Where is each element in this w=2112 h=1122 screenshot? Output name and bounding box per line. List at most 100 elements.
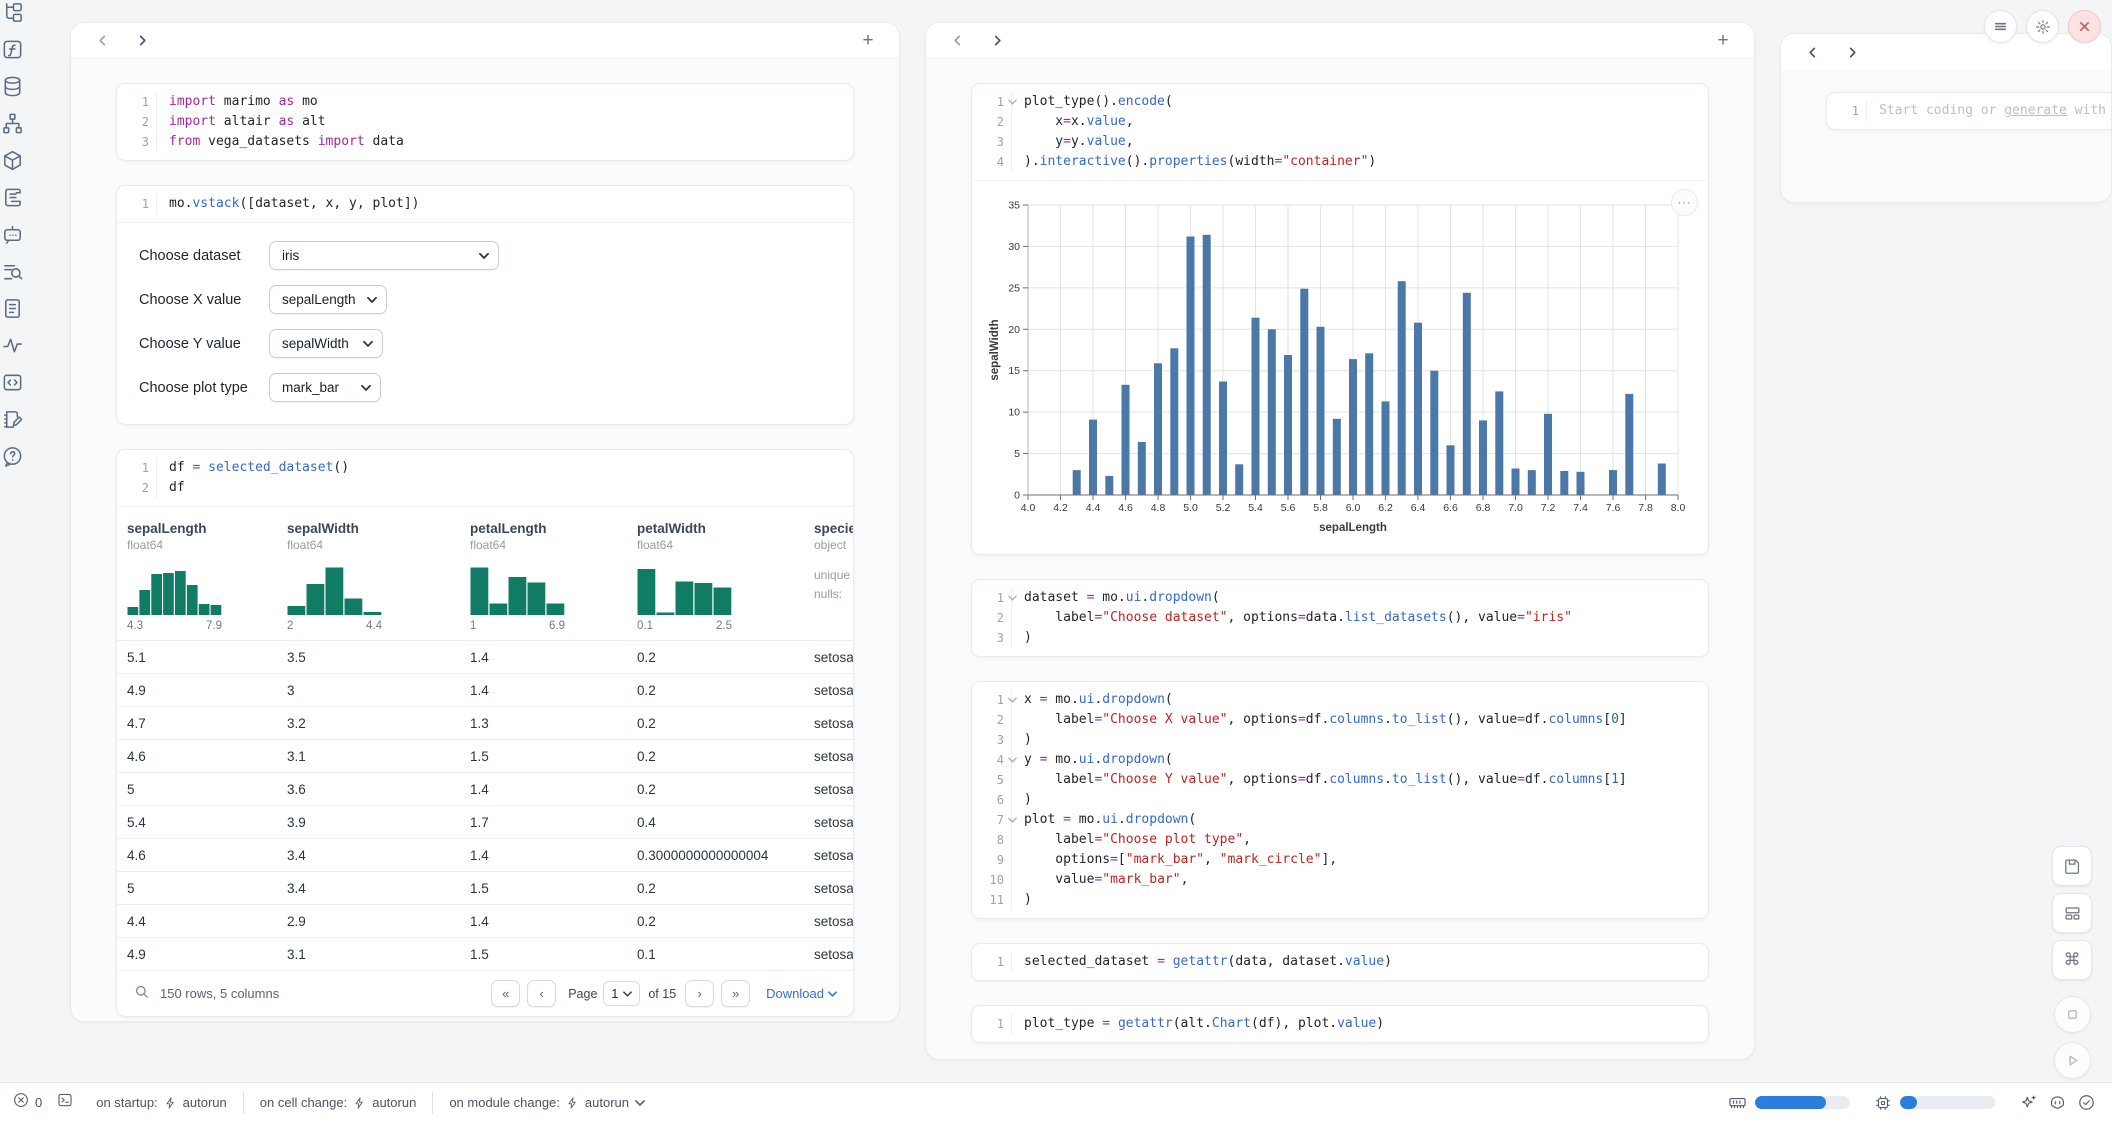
sidebar-panel-help[interactable] (0, 444, 24, 468)
save-button[interactable] (2052, 846, 2092, 886)
line-number: 3 (117, 132, 157, 152)
sidebar-panel-package[interactable] (0, 148, 24, 172)
lightning-icon (164, 1096, 177, 1110)
select-value: mark_bar (282, 380, 339, 395)
select-value: sepalWidth (282, 336, 349, 351)
code-editor-empty[interactable]: 1 Start coding or generate with (1827, 93, 2112, 129)
sidebar-panel-database[interactable] (0, 74, 24, 98)
dropdown-label: Choose dataset (139, 248, 269, 264)
notebook-action-stack: ⌘ (2052, 846, 2092, 1079)
run-button[interactable] (2054, 1042, 2091, 1079)
scroll-icon (1, 186, 24, 209)
shutdown-button[interactable] (2068, 10, 2101, 43)
column-name: sepalWidth (287, 521, 450, 536)
column-back-button[interactable] (944, 28, 970, 54)
bar-chart[interactable]: 051015202530354.04.24.44.64.85.05.25.45.… (986, 195, 1708, 548)
choose-y-value-select[interactable]: sepalWidth (269, 329, 383, 358)
settings-button[interactable] (2026, 10, 2059, 43)
copilot-button[interactable] (2048, 1093, 2067, 1112)
svg-text:15: 15 (1008, 365, 1020, 377)
panel-forward-button[interactable] (1839, 39, 1865, 65)
code-editor-dataset[interactable]: 1dataset = mo.ui.dropdown(2 label="Choos… (972, 580, 1708, 656)
sidebar-panel-dependency-graph[interactable] (0, 111, 24, 135)
line-number: 1 (117, 194, 157, 214)
errors-indicator[interactable] (12, 1091, 30, 1114)
column-back-button[interactable] (89, 28, 115, 54)
table-column-header[interactable]: petalLengthfloat6416.9 (460, 521, 627, 632)
layout-button[interactable] (2052, 893, 2092, 933)
svg-text:7.2: 7.2 (1541, 502, 1556, 514)
chevron-down-icon (635, 1100, 645, 1106)
keyboard-shortcuts-button[interactable]: ⌘ (2052, 940, 2092, 980)
choose-plot-type-select[interactable]: mark_bar (269, 373, 381, 402)
table-column-header[interactable]: sepalWidthfloat6424.4 (277, 521, 460, 632)
chevron-down-icon (363, 341, 373, 347)
table-row: 4.42.91.40.2setosa (117, 904, 853, 937)
code-editor-xyplot[interactable]: 1x = mo.ui.dropdown(2 label="Choose X va… (972, 682, 1708, 918)
table-cell: 5 (117, 782, 277, 797)
choose-x-value-select[interactable]: sepalLength (269, 285, 387, 314)
ai-assistant-button[interactable] (2019, 1093, 2038, 1112)
sidebar-panel-functions[interactable] (0, 37, 24, 61)
last-page-button[interactable]: » (721, 980, 750, 1007)
line-number: 5 (972, 770, 1012, 790)
svg-text:6.0: 6.0 (1346, 502, 1361, 514)
table-cell: 3.1 (277, 749, 460, 764)
first-page-button[interactable]: « (491, 980, 520, 1007)
dependency-graph-icon (1, 112, 24, 135)
code-line-text: y = mo.ui.dropdown( (1024, 750, 1173, 770)
connection-status-button[interactable] (2077, 1093, 2096, 1112)
search-icon[interactable] (133, 983, 150, 1005)
table-column-header[interactable]: speciesobjectuniquenulls: (804, 521, 853, 632)
fold-chevron-icon (1008, 99, 1017, 105)
sidebar-panel-chat-bot[interactable] (0, 222, 24, 246)
page-label: Page (568, 987, 597, 1001)
code-editor-plot[interactable]: 1plot_type().encode(2 x=x.value,3 y=y.va… (972, 84, 1708, 180)
runtime-config-on-startup[interactable]: on startup:autorun (80, 1095, 243, 1110)
plus-icon[interactable]: + (862, 30, 873, 52)
terminal-button[interactable] (56, 1091, 74, 1114)
runtime-config-on-cell-change[interactable]: on cell change:autorun (244, 1095, 433, 1110)
column-forward-button[interactable] (129, 28, 155, 54)
chart-actions-button[interactable]: ⋯ (1671, 189, 1698, 216)
sidebar-panel-code-snippet[interactable] (0, 370, 24, 394)
help-icon (1, 445, 24, 468)
status-bar: 0 on startup:autorunon cell change:autor… (0, 1082, 2112, 1122)
sidebar-panel-file-tree[interactable] (0, 0, 24, 24)
table-cell: setosa (804, 650, 853, 665)
prev-page-button[interactable]: ‹ (527, 980, 556, 1007)
page-select[interactable]: 1 (603, 981, 640, 1006)
column-forward-button[interactable] (984, 28, 1010, 54)
menu-button[interactable] (1984, 10, 2017, 43)
next-page-button[interactable]: › (685, 980, 714, 1007)
table-column-header[interactable]: sepalLengthfloat644.37.9 (117, 521, 277, 632)
sidebar-panel-activity[interactable] (0, 333, 24, 357)
table-row: 5.43.91.70.4setosa (117, 805, 853, 838)
generate-link[interactable]: generate (2004, 103, 2067, 118)
svg-text:0: 0 (1014, 490, 1020, 502)
svg-text:35: 35 (1008, 200, 1020, 212)
error-circle-icon (12, 1091, 30, 1109)
table-cell: 0.2 (627, 683, 804, 698)
runtime-config-on-module-change[interactable]: on module change:autorun (433, 1095, 661, 1110)
code-editor-plot-type[interactable]: 1plot_type = getattr(alt.Chart(df), plot… (972, 1006, 1708, 1042)
code-line-text: plot_type().encode( (1024, 92, 1173, 112)
table-cell: 0.2 (627, 716, 804, 731)
code-editor-df[interactable]: 1df = selected_dataset()2df (117, 450, 853, 506)
table-column-header[interactable]: petalWidthfloat640.12.5 (627, 521, 804, 632)
line-number: 1 (972, 690, 1012, 710)
download-button[interactable]: Download (766, 986, 837, 1001)
sidebar-panel-search-list[interactable] (0, 259, 24, 283)
choose-dataset-select[interactable]: iris (269, 241, 499, 270)
sidebar-panel-document[interactable] (0, 296, 24, 320)
panel-back-button[interactable] (1799, 39, 1825, 65)
sidebar-panel-scratchpad[interactable] (0, 407, 24, 431)
plus-icon[interactable]: + (1717, 30, 1728, 52)
config-label: on module change: (449, 1095, 560, 1110)
stop-button[interactable] (2054, 996, 2091, 1033)
sidebar-panel-scroll[interactable] (0, 185, 24, 209)
code-editor-selected-dataset[interactable]: 1selected_dataset = getattr(data, datase… (972, 944, 1708, 980)
table-cell: 1.4 (460, 782, 627, 797)
code-editor-vstack[interactable]: 1mo.vstack([dataset, x, y, plot]) (117, 186, 853, 222)
code-editor-imports[interactable]: 1import marimo as mo2import altair as al… (117, 84, 853, 160)
